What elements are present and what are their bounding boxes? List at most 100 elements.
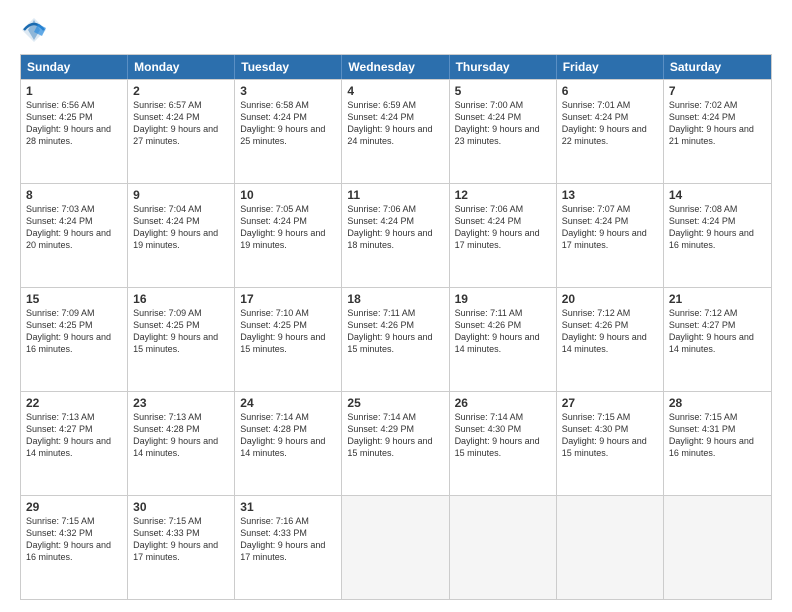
calendar-cell: 14Sunrise: 7:08 AMSunset: 4:24 PMDayligh… <box>664 184 771 287</box>
calendar-cell: 3Sunrise: 6:58 AMSunset: 4:24 PMDaylight… <box>235 80 342 183</box>
day-info: Sunrise: 7:09 AMSunset: 4:25 PMDaylight:… <box>133 307 229 356</box>
day-info: Sunrise: 6:59 AMSunset: 4:24 PMDaylight:… <box>347 99 443 148</box>
day-info: Sunrise: 7:09 AMSunset: 4:25 PMDaylight:… <box>26 307 122 356</box>
calendar-cell: 21Sunrise: 7:12 AMSunset: 4:27 PMDayligh… <box>664 288 771 391</box>
day-info: Sunrise: 7:15 AMSunset: 4:32 PMDaylight:… <box>26 515 122 564</box>
day-info: Sunrise: 7:14 AMSunset: 4:29 PMDaylight:… <box>347 411 443 460</box>
calendar-header: SundayMondayTuesdayWednesdayThursdayFrid… <box>21 55 771 79</box>
calendar-cell: 7Sunrise: 7:02 AMSunset: 4:24 PMDaylight… <box>664 80 771 183</box>
calendar-cell: 11Sunrise: 7:06 AMSunset: 4:24 PMDayligh… <box>342 184 449 287</box>
day-info: Sunrise: 7:14 AMSunset: 4:28 PMDaylight:… <box>240 411 336 460</box>
calendar-cell: 9Sunrise: 7:04 AMSunset: 4:24 PMDaylight… <box>128 184 235 287</box>
day-info: Sunrise: 7:00 AMSunset: 4:24 PMDaylight:… <box>455 99 551 148</box>
logo <box>20 16 52 44</box>
calendar-cell <box>557 496 664 599</box>
day-info: Sunrise: 7:10 AMSunset: 4:25 PMDaylight:… <box>240 307 336 356</box>
day-number: 19 <box>455 292 551 306</box>
day-number: 9 <box>133 188 229 202</box>
calendar-cell: 12Sunrise: 7:06 AMSunset: 4:24 PMDayligh… <box>450 184 557 287</box>
calendar-cell: 1Sunrise: 6:56 AMSunset: 4:25 PMDaylight… <box>21 80 128 183</box>
header-day-wednesday: Wednesday <box>342 55 449 79</box>
day-info: Sunrise: 7:06 AMSunset: 4:24 PMDaylight:… <box>347 203 443 252</box>
day-info: Sunrise: 7:14 AMSunset: 4:30 PMDaylight:… <box>455 411 551 460</box>
day-info: Sunrise: 7:01 AMSunset: 4:24 PMDaylight:… <box>562 99 658 148</box>
calendar-cell: 29Sunrise: 7:15 AMSunset: 4:32 PMDayligh… <box>21 496 128 599</box>
day-info: Sunrise: 7:04 AMSunset: 4:24 PMDaylight:… <box>133 203 229 252</box>
calendar-row-3: 22Sunrise: 7:13 AMSunset: 4:27 PMDayligh… <box>21 391 771 495</box>
day-number: 25 <box>347 396 443 410</box>
day-number: 14 <box>669 188 766 202</box>
day-info: Sunrise: 7:05 AMSunset: 4:24 PMDaylight:… <box>240 203 336 252</box>
day-info: Sunrise: 7:08 AMSunset: 4:24 PMDaylight:… <box>669 203 766 252</box>
calendar-cell: 25Sunrise: 7:14 AMSunset: 4:29 PMDayligh… <box>342 392 449 495</box>
day-info: Sunrise: 6:57 AMSunset: 4:24 PMDaylight:… <box>133 99 229 148</box>
day-number: 4 <box>347 84 443 98</box>
day-info: Sunrise: 7:16 AMSunset: 4:33 PMDaylight:… <box>240 515 336 564</box>
calendar-cell: 6Sunrise: 7:01 AMSunset: 4:24 PMDaylight… <box>557 80 664 183</box>
header <box>20 16 772 44</box>
calendar-cell: 17Sunrise: 7:10 AMSunset: 4:25 PMDayligh… <box>235 288 342 391</box>
calendar-cell: 4Sunrise: 6:59 AMSunset: 4:24 PMDaylight… <box>342 80 449 183</box>
header-day-sunday: Sunday <box>21 55 128 79</box>
day-number: 13 <box>562 188 658 202</box>
day-number: 1 <box>26 84 122 98</box>
day-number: 23 <box>133 396 229 410</box>
logo-icon <box>20 16 48 44</box>
calendar-cell: 5Sunrise: 7:00 AMSunset: 4:24 PMDaylight… <box>450 80 557 183</box>
day-info: Sunrise: 7:03 AMSunset: 4:24 PMDaylight:… <box>26 203 122 252</box>
day-number: 21 <box>669 292 766 306</box>
day-info: Sunrise: 7:15 AMSunset: 4:31 PMDaylight:… <box>669 411 766 460</box>
calendar-cell: 2Sunrise: 6:57 AMSunset: 4:24 PMDaylight… <box>128 80 235 183</box>
day-number: 20 <box>562 292 658 306</box>
day-info: Sunrise: 7:06 AMSunset: 4:24 PMDaylight:… <box>455 203 551 252</box>
header-day-saturday: Saturday <box>664 55 771 79</box>
calendar-row-2: 15Sunrise: 7:09 AMSunset: 4:25 PMDayligh… <box>21 287 771 391</box>
calendar-cell: 28Sunrise: 7:15 AMSunset: 4:31 PMDayligh… <box>664 392 771 495</box>
day-number: 30 <box>133 500 229 514</box>
day-info: Sunrise: 7:07 AMSunset: 4:24 PMDaylight:… <box>562 203 658 252</box>
day-info: Sunrise: 7:11 AMSunset: 4:26 PMDaylight:… <box>455 307 551 356</box>
header-day-thursday: Thursday <box>450 55 557 79</box>
calendar-body: 1Sunrise: 6:56 AMSunset: 4:25 PMDaylight… <box>21 79 771 599</box>
calendar-cell: 15Sunrise: 7:09 AMSunset: 4:25 PMDayligh… <box>21 288 128 391</box>
day-number: 6 <box>562 84 658 98</box>
day-info: Sunrise: 7:15 AMSunset: 4:33 PMDaylight:… <box>133 515 229 564</box>
day-number: 22 <box>26 396 122 410</box>
calendar-cell: 18Sunrise: 7:11 AMSunset: 4:26 PMDayligh… <box>342 288 449 391</box>
calendar-cell: 22Sunrise: 7:13 AMSunset: 4:27 PMDayligh… <box>21 392 128 495</box>
calendar-cell: 10Sunrise: 7:05 AMSunset: 4:24 PMDayligh… <box>235 184 342 287</box>
day-number: 3 <box>240 84 336 98</box>
calendar-cell <box>342 496 449 599</box>
calendar-cell: 13Sunrise: 7:07 AMSunset: 4:24 PMDayligh… <box>557 184 664 287</box>
day-info: Sunrise: 6:58 AMSunset: 4:24 PMDaylight:… <box>240 99 336 148</box>
calendar-cell: 23Sunrise: 7:13 AMSunset: 4:28 PMDayligh… <box>128 392 235 495</box>
day-number: 27 <box>562 396 658 410</box>
calendar-cell: 16Sunrise: 7:09 AMSunset: 4:25 PMDayligh… <box>128 288 235 391</box>
day-number: 17 <box>240 292 336 306</box>
day-number: 11 <box>347 188 443 202</box>
day-info: Sunrise: 7:11 AMSunset: 4:26 PMDaylight:… <box>347 307 443 356</box>
day-number: 7 <box>669 84 766 98</box>
calendar-row-1: 8Sunrise: 7:03 AMSunset: 4:24 PMDaylight… <box>21 183 771 287</box>
calendar-cell: 24Sunrise: 7:14 AMSunset: 4:28 PMDayligh… <box>235 392 342 495</box>
calendar-cell <box>664 496 771 599</box>
day-number: 10 <box>240 188 336 202</box>
day-number: 8 <box>26 188 122 202</box>
header-day-tuesday: Tuesday <box>235 55 342 79</box>
day-number: 18 <box>347 292 443 306</box>
calendar-cell: 26Sunrise: 7:14 AMSunset: 4:30 PMDayligh… <box>450 392 557 495</box>
header-day-monday: Monday <box>128 55 235 79</box>
calendar-cell: 20Sunrise: 7:12 AMSunset: 4:26 PMDayligh… <box>557 288 664 391</box>
day-number: 2 <box>133 84 229 98</box>
calendar-row-0: 1Sunrise: 6:56 AMSunset: 4:25 PMDaylight… <box>21 79 771 183</box>
day-info: Sunrise: 7:15 AMSunset: 4:30 PMDaylight:… <box>562 411 658 460</box>
day-number: 24 <box>240 396 336 410</box>
day-number: 28 <box>669 396 766 410</box>
calendar-cell: 31Sunrise: 7:16 AMSunset: 4:33 PMDayligh… <box>235 496 342 599</box>
day-info: Sunrise: 7:12 AMSunset: 4:26 PMDaylight:… <box>562 307 658 356</box>
calendar-cell: 8Sunrise: 7:03 AMSunset: 4:24 PMDaylight… <box>21 184 128 287</box>
day-number: 31 <box>240 500 336 514</box>
calendar-cell: 19Sunrise: 7:11 AMSunset: 4:26 PMDayligh… <box>450 288 557 391</box>
day-number: 12 <box>455 188 551 202</box>
page: SundayMondayTuesdayWednesdayThursdayFrid… <box>0 0 792 612</box>
